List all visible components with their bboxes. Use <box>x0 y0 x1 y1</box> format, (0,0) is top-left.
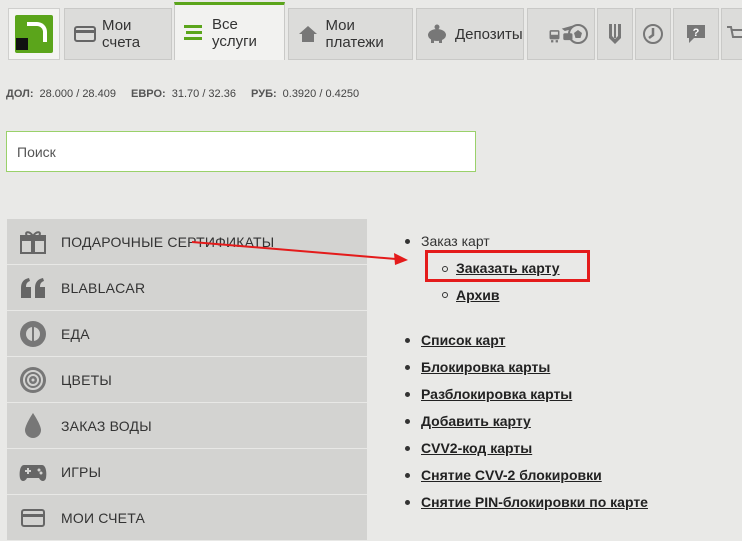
annotation-arrow <box>191 241 408 265</box>
